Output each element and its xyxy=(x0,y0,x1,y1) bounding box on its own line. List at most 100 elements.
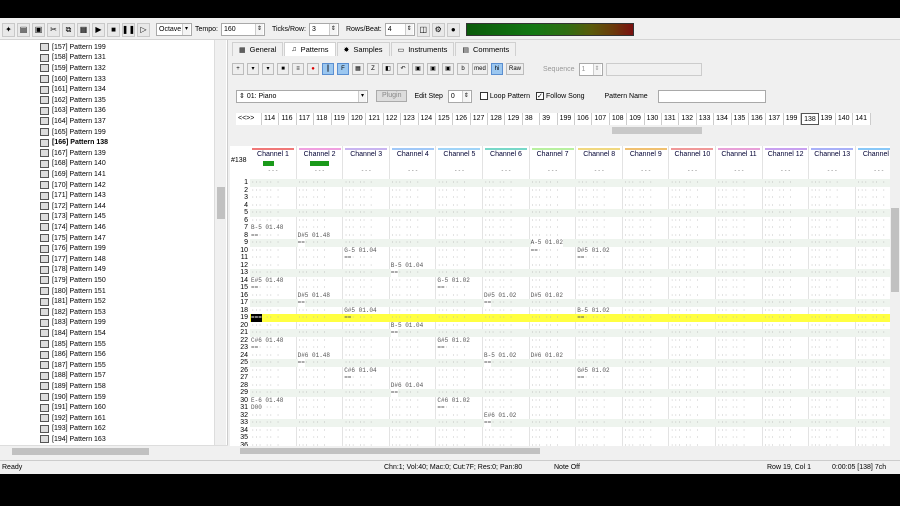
empty-cell[interactable]: ··· ·· · xyxy=(298,284,327,292)
empty-cell[interactable]: ··· ·· · xyxy=(484,217,513,225)
metronome-icon[interactable]: ◫ xyxy=(416,22,430,37)
empty-cell[interactable]: ··· ·· · xyxy=(391,352,420,360)
empty-cell[interactable]: ··· ·· · xyxy=(624,404,653,412)
empty-cell[interactable]: ··· ·· · xyxy=(857,239,886,247)
empty-cell[interactable]: ··· ·· · xyxy=(857,389,886,397)
empty-cell[interactable]: ··· ·· · xyxy=(391,247,420,255)
note-cell[interactable]: B-5 01.02 xyxy=(484,351,517,359)
empty-cell[interactable]: ··· ·· · xyxy=(857,217,886,225)
empty-cell[interactable]: ··· ·· · xyxy=(857,224,886,232)
empty-cell[interactable]: ··· ·· · xyxy=(344,434,373,442)
empty-cell[interactable]: ··· ·· · xyxy=(298,419,327,427)
empty-cell[interactable]: ··· ·· · xyxy=(391,359,420,367)
order-item[interactable]: 106 xyxy=(575,113,593,125)
note-cell[interactable]: == xyxy=(251,344,259,352)
empty-cell[interactable]: ··· ·· · xyxy=(484,314,513,322)
tree-item[interactable]: [177] Pattern 148 xyxy=(40,254,106,265)
empty-cell[interactable]: ··· ·· · xyxy=(764,374,793,382)
empty-cell[interactable]: ··· ·· · xyxy=(624,367,653,375)
empty-cell[interactable]: ··· ·· · xyxy=(810,232,839,240)
empty-cell[interactable]: ··· ·· · xyxy=(344,389,373,397)
empty-cell[interactable]: ··· ·· · xyxy=(810,419,839,427)
empty-cell[interactable]: ··· ·· · xyxy=(764,284,793,292)
empty-cell[interactable]: ··· ·· · xyxy=(251,307,280,315)
order-item[interactable]: 38 xyxy=(522,113,541,125)
tree-item[interactable]: [163] Pattern 136 xyxy=(40,106,106,117)
down-arrow-icon[interactable]: ▾ xyxy=(262,63,274,75)
tree-item[interactable]: [176] Pattern 199 xyxy=(40,243,106,254)
empty-cell[interactable]: ··· ·· · xyxy=(251,434,280,442)
empty-cell[interactable]: ··· ·· · xyxy=(857,284,886,292)
sequence-name-field[interactable] xyxy=(605,62,702,76)
empty-cell[interactable]: ··· ·· · xyxy=(717,374,746,382)
empty-cell[interactable]: ··· ·· · xyxy=(298,224,327,232)
tree-item[interactable]: [169] Pattern 141 xyxy=(40,169,106,180)
empty-cell[interactable]: ··· ·· · xyxy=(670,329,699,337)
tree-item[interactable]: [167] Pattern 139 xyxy=(40,148,106,159)
order-list-scrollbar[interactable] xyxy=(266,126,880,135)
empty-cell[interactable]: ··· ·· · xyxy=(717,337,746,345)
empty-cell[interactable]: ··· ·· · xyxy=(670,284,699,292)
channel-header[interactable]: Channel 5 - - - xyxy=(436,148,482,176)
empty-cell[interactable]: ··· ·· · xyxy=(810,292,839,300)
empty-cell[interactable]: ··· ·· · xyxy=(624,434,653,442)
new-file-icon[interactable]: ✦ xyxy=(2,22,15,37)
play-pattern-icon[interactable]: ▷ xyxy=(137,22,150,37)
empty-cell[interactable]: ··· ·· · xyxy=(857,314,886,322)
empty-cell[interactable]: ··· ·· · xyxy=(810,329,839,337)
empty-cell[interactable]: ··· ·· · xyxy=(391,314,420,322)
empty-cell[interactable]: ··· ·· · xyxy=(764,412,793,420)
tree-item[interactable]: [162] Pattern 135 xyxy=(40,95,106,106)
empty-cell[interactable]: ··· ·· · xyxy=(717,359,746,367)
tree-item[interactable]: [170] Pattern 142 xyxy=(40,180,106,191)
empty-cell[interactable]: ··· ·· · xyxy=(531,322,560,330)
empty-cell[interactable]: ··· ·· · xyxy=(531,202,560,210)
channel-header[interactable]: Channel 1 - - - xyxy=(250,148,296,176)
empty-cell[interactable]: ··· ·· · xyxy=(810,224,839,232)
empty-cell[interactable]: ··· ·· · xyxy=(717,284,746,292)
empty-cell[interactable]: ··· ·· · xyxy=(577,337,606,345)
empty-cell[interactable]: ··· ·· · xyxy=(577,427,606,435)
tree-item[interactable]: [158] Pattern 131 xyxy=(40,53,106,64)
empty-cell[interactable]: ··· ·· · xyxy=(717,232,746,240)
empty-cell[interactable]: ··· ·· · xyxy=(391,374,420,382)
empty-cell[interactable]: ··· ·· · xyxy=(298,269,327,277)
empty-cell[interactable]: ··· ·· · xyxy=(857,382,886,390)
empty-cell[interactable]: ··· ·· · xyxy=(857,299,886,307)
tree-item[interactable]: [187] Pattern 155 xyxy=(40,360,106,371)
empty-cell[interactable]: ··· ·· · xyxy=(577,224,606,232)
order-item[interactable]: 39 xyxy=(540,113,558,125)
empty-cell[interactable]: ··· ·· · xyxy=(857,404,886,412)
empty-cell[interactable]: ··· ·· · xyxy=(391,194,420,202)
empty-cell[interactable]: ··· ·· · xyxy=(717,277,746,285)
empty-cell[interactable]: ··· ·· · xyxy=(437,359,466,367)
note-cell[interactable]: == xyxy=(577,314,585,322)
empty-cell[interactable]: ··· ·· · xyxy=(577,202,606,210)
note-cell[interactable]: E#6 01.02 xyxy=(484,411,517,419)
empty-cell[interactable]: ··· ·· · xyxy=(531,412,560,420)
empty-cell[interactable]: ··· ·· · xyxy=(624,352,653,360)
empty-cell[interactable]: ··· ·· · xyxy=(670,389,699,397)
empty-cell[interactable]: ··· ·· · xyxy=(857,427,886,435)
empty-cell[interactable]: ··· ·· · xyxy=(857,262,886,270)
empty-cell[interactable]: ··· ·· · xyxy=(391,277,420,285)
channel-header[interactable]: Channel 6 - - - xyxy=(483,148,529,176)
tree-item[interactable]: [161] Pattern 134 xyxy=(40,84,106,95)
empty-cell[interactable]: ··· ·· · xyxy=(391,239,420,247)
empty-cell[interactable]: ··· ·· · xyxy=(764,427,793,435)
cut-icon[interactable]: ✂ xyxy=(47,22,60,37)
empty-cell[interactable]: ··· ·· · xyxy=(344,419,373,427)
empty-cell[interactable]: ··· ·· · xyxy=(577,322,606,330)
tree-item[interactable]: [166] Pattern 138 xyxy=(40,137,108,148)
empty-cell[interactable]: ··· ·· · xyxy=(670,299,699,307)
empty-cell[interactable]: ··· ·· · xyxy=(857,179,886,187)
pause-icon[interactable]: ❚❚ xyxy=(122,22,135,37)
empty-cell[interactable]: ··· ·· · xyxy=(344,202,373,210)
order-item[interactable]: 199 xyxy=(783,113,802,125)
empty-cell[interactable]: ··· ·· · xyxy=(764,292,793,300)
empty-cell[interactable]: ··· ·· · xyxy=(344,427,373,435)
empty-cell[interactable]: ··· ·· · xyxy=(624,247,653,255)
empty-cell[interactable]: ··· ·· · xyxy=(764,359,793,367)
empty-cell[interactable]: ··· ·· · xyxy=(484,434,513,442)
empty-cell[interactable]: ··· ·· · xyxy=(251,179,280,187)
